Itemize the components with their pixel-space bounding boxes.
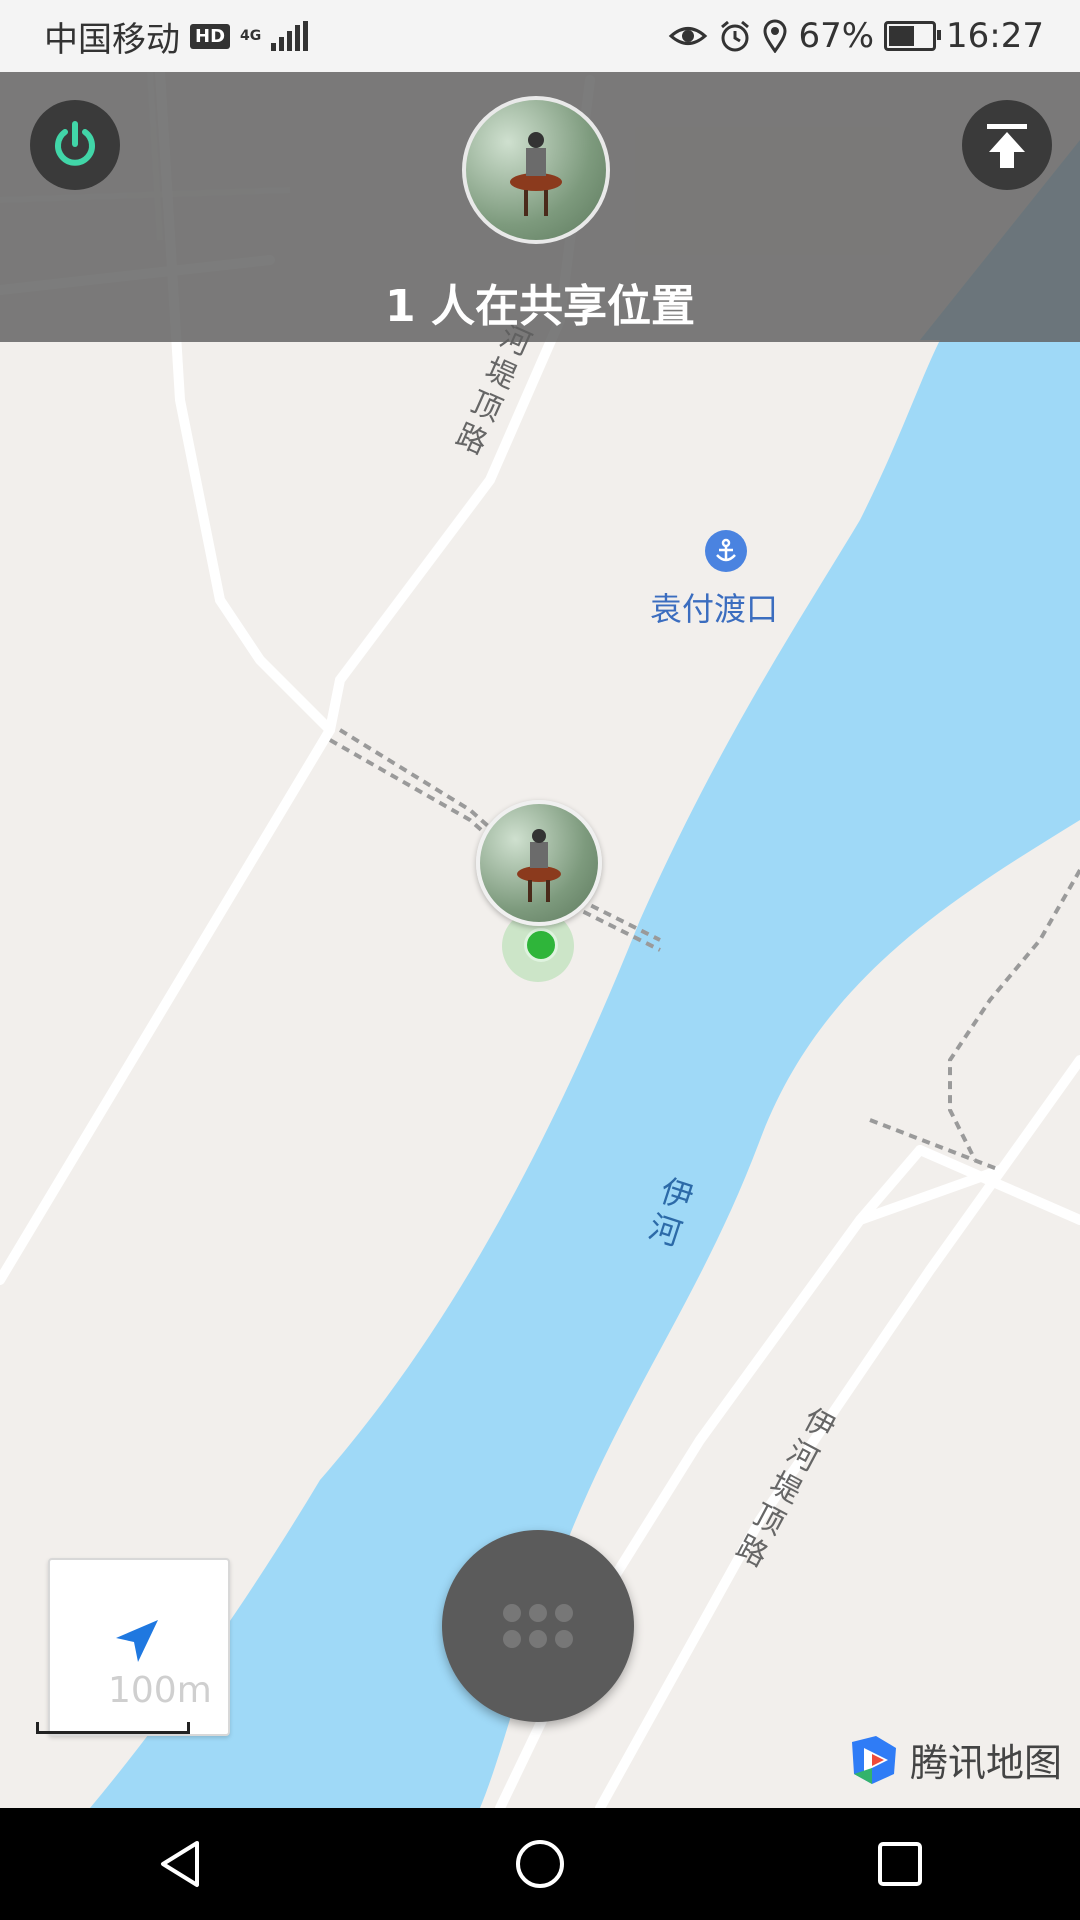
status-left: 中国移动 HD 4G [44,12,309,61]
move-to-top-icon [987,124,1027,168]
location-pin-icon [763,19,787,53]
grid-dot [555,1604,573,1622]
scale-label: 100m [108,1670,212,1711]
network-type: 4G [240,28,262,44]
locate-button[interactable]: 100m [48,1558,230,1736]
hd-badge: HD [190,23,231,49]
status-bar: 中国移动 HD 4G 67% 16:27 [0,0,1080,72]
home-circle-icon [516,1840,564,1888]
share-count-text: 1 人在共享位置 [385,281,695,332]
eye-icon [669,27,708,45]
move-to-top-button[interactable] [962,100,1052,190]
grid-dot [529,1604,547,1622]
home-button[interactable] [470,1814,610,1914]
power-icon [55,121,95,166]
brand-name: 腾讯地图 [910,1741,1063,1785]
tencent-map-logo-icon [852,1735,896,1784]
carrier-name: 中国移动 [44,19,180,60]
battery-icon [884,21,942,51]
user-marker-avatar[interactable] [476,800,602,926]
recents-button[interactable] [830,1814,970,1914]
back-button[interactable] [110,1814,250,1914]
recents-square-icon [878,1842,922,1886]
battery-percent: 67% [798,16,875,56]
system-nav-bar [0,1808,1080,1920]
poi-label-ferry[interactable]: 袁付渡口 [650,584,778,630]
grid-dot [503,1604,521,1622]
menu-button[interactable] [442,1530,634,1722]
back-triangle-icon [161,1841,199,1887]
user-location-dot [524,928,558,962]
signal-icon [271,21,309,51]
scale-bar [36,1722,190,1734]
shared-user-avatar[interactable] [462,96,610,244]
status-right: 67% 16:27 [668,16,1044,56]
grid-dot [529,1630,547,1648]
tencent-map-brand: 腾讯地图 [848,1732,1062,1787]
grid-dot [555,1630,573,1648]
navigation-arrow-icon [116,1620,158,1662]
alarm-icon [721,20,750,52]
power-button[interactable] [30,100,120,190]
clock: 16:27 [946,16,1044,56]
grid-dot [503,1630,521,1648]
anchor-icon[interactable] [705,530,747,572]
